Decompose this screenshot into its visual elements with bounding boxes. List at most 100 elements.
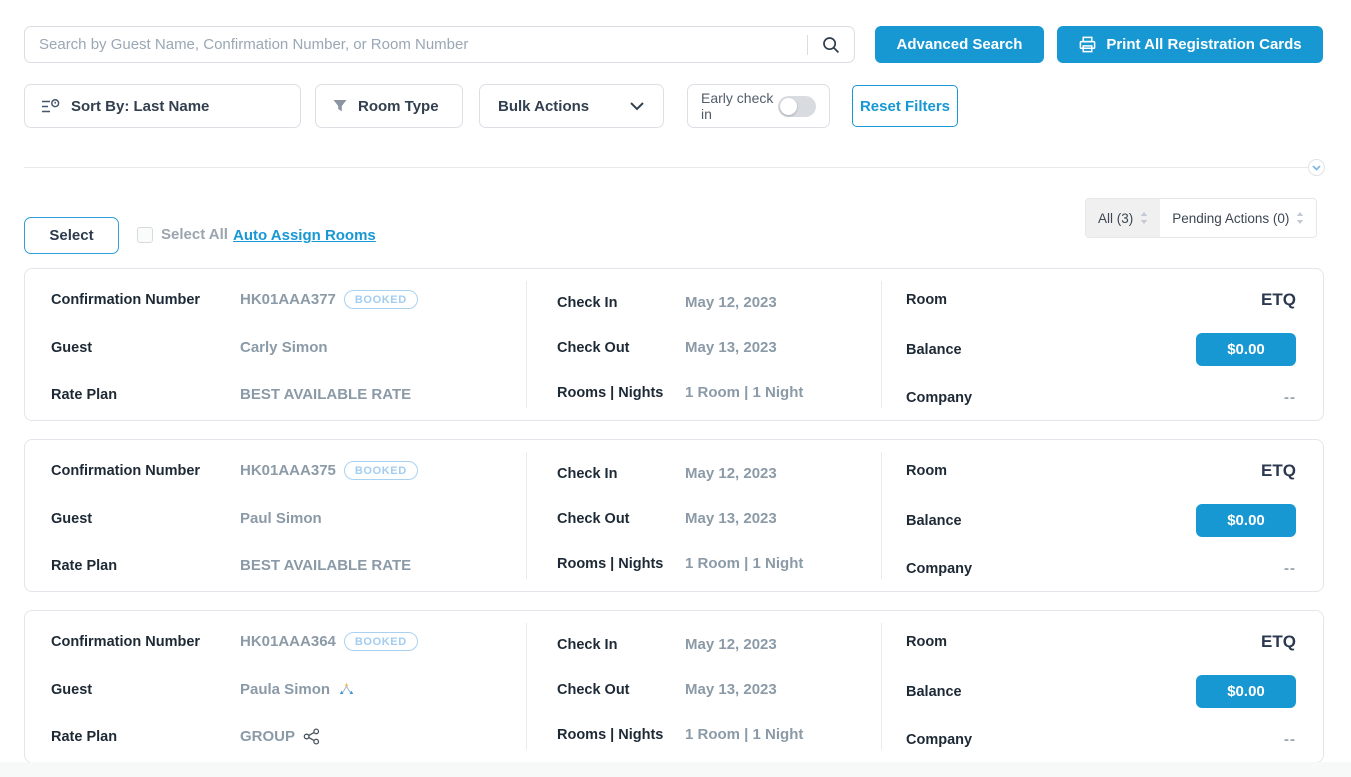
status-badge: BOOKED — [344, 632, 418, 651]
rate-plan-label: Rate Plan — [51, 729, 240, 745]
funnel-icon — [332, 98, 348, 114]
check-out-label: Check Out — [557, 682, 685, 698]
rooms-nights-value: 1 Room | 1 Night — [685, 384, 803, 401]
printer-icon — [1078, 35, 1097, 54]
check-out-value: May 13, 2023 — [685, 339, 777, 356]
early-check-in-toggle[interactable] — [778, 96, 816, 117]
card-divider — [881, 452, 882, 579]
check-in-label: Check In — [557, 637, 685, 653]
rooms-nights-label: Rooms | Nights — [557, 385, 685, 401]
advanced-search-button[interactable]: Advanced Search — [875, 26, 1044, 63]
balance-label: Balance — [906, 342, 962, 358]
group-guests-icon — [338, 682, 355, 697]
early-check-in-filter: Early check in — [687, 84, 830, 128]
company-label: Company — [906, 390, 972, 406]
tab-all-label: All (3) — [1098, 211, 1133, 226]
collapse-filters-button[interactable] — [1308, 159, 1325, 176]
sort-by-dropdown[interactable]: Sort By: Last Name — [24, 84, 301, 128]
confirmation-number-label: Confirmation Number — [51, 463, 240, 479]
room-type-label: Room Type — [358, 98, 439, 115]
auto-assign-rooms-link[interactable]: Auto Assign Rooms — [233, 227, 376, 244]
guest-label: Guest — [51, 511, 240, 527]
status-badge: BOOKED — [344, 290, 418, 309]
reservation-card[interactable]: Confirmation Number HK01AAA377 BOOKED Gu… — [24, 268, 1324, 421]
filters-divider — [24, 167, 1308, 168]
rooms-nights-label: Rooms | Nights — [557, 556, 685, 572]
company-label: Company — [906, 561, 972, 577]
confirmation-number-value[interactable]: HK01AAA375 — [240, 462, 336, 479]
balance-button[interactable]: $0.00 — [1196, 504, 1296, 537]
select-button[interactable]: Select — [24, 217, 119, 254]
check-out-label: Check Out — [557, 511, 685, 527]
check-out-value: May 13, 2023 — [685, 681, 777, 698]
guest-name-value: Carly Simon — [240, 339, 328, 356]
early-check-in-label: Early check in — [701, 90, 778, 122]
select-all-checkbox[interactable] — [137, 227, 153, 243]
card-divider — [881, 623, 882, 750]
confirmation-number-value[interactable]: HK01AAA377 — [240, 291, 336, 308]
search-icon — [821, 35, 841, 55]
room-value: ETQ — [1261, 461, 1296, 481]
check-in-value: May 12, 2023 — [685, 636, 777, 653]
guest-label: Guest — [51, 340, 240, 356]
balance-value: $0.00 — [1227, 512, 1265, 529]
result-tabs: All (3) Pending Actions (0) — [1085, 198, 1317, 238]
print-all-label: Print All Registration Cards — [1106, 36, 1301, 53]
print-all-registration-cards-button[interactable]: Print All Registration Cards — [1057, 26, 1323, 63]
rate-plan-label: Rate Plan — [51, 558, 240, 574]
reset-filters-label: Reset Filters — [860, 98, 950, 115]
room-value: ETQ — [1261, 632, 1296, 652]
search-button[interactable] — [808, 27, 854, 62]
rate-plan-label: Rate Plan — [51, 387, 240, 403]
reset-filters-button[interactable]: Reset Filters — [852, 85, 958, 127]
tab-pending-label: Pending Actions (0) — [1172, 211, 1289, 226]
card-divider — [526, 623, 527, 750]
guest-label: Guest — [51, 682, 240, 698]
select-all-control[interactable]: Select All — [137, 226, 228, 243]
rooms-nights-value: 1 Room | 1 Night — [685, 726, 803, 743]
balance-label: Balance — [906, 513, 962, 529]
confirmation-number-label: Confirmation Number — [51, 292, 240, 308]
rate-plan-value: BEST AVAILABLE RATE — [240, 557, 411, 574]
search-bar — [24, 26, 855, 63]
advanced-search-label: Advanced Search — [897, 36, 1023, 53]
balance-button[interactable]: $0.00 — [1196, 333, 1296, 366]
check-in-label: Check In — [557, 295, 685, 311]
room-label: Room — [906, 463, 947, 479]
bulk-actions-dropdown[interactable]: Bulk Actions — [479, 84, 664, 128]
rate-plan-value: GROUP — [240, 728, 295, 745]
card-divider — [526, 281, 527, 408]
room-label: Room — [906, 634, 947, 650]
tab-all[interactable]: All (3) — [1086, 199, 1160, 237]
reservation-card[interactable]: Confirmation Number HK01AAA364 BOOKED Gu… — [24, 610, 1324, 763]
balance-button[interactable]: $0.00 — [1196, 675, 1296, 708]
rooms-nights-value: 1 Room | 1 Night — [685, 555, 803, 572]
confirmation-number-label: Confirmation Number — [51, 634, 240, 650]
card-divider — [526, 452, 527, 579]
company-label: Company — [906, 732, 972, 748]
sort-by-label: Sort By: Last Name — [71, 98, 209, 115]
page-footer-strip — [0, 762, 1351, 777]
balance-value: $0.00 — [1227, 683, 1265, 700]
tab-pending-actions[interactable]: Pending Actions (0) — [1160, 199, 1316, 237]
company-value: -- — [1284, 731, 1296, 748]
search-input[interactable] — [25, 36, 807, 53]
card-divider — [881, 281, 882, 408]
balance-value: $0.00 — [1227, 341, 1265, 358]
check-in-label: Check In — [557, 466, 685, 482]
balance-label: Balance — [906, 684, 962, 700]
confirmation-number-value[interactable]: HK01AAA364 — [240, 633, 336, 650]
rate-plan-value: BEST AVAILABLE RATE — [240, 386, 411, 403]
select-label: Select — [49, 227, 93, 244]
select-all-label: Select All — [161, 226, 228, 243]
company-value: -- — [1284, 389, 1296, 406]
company-value: -- — [1284, 560, 1296, 577]
room-type-filter[interactable]: Room Type — [315, 84, 463, 128]
check-out-label: Check Out — [557, 340, 685, 356]
rooms-nights-label: Rooms | Nights — [557, 727, 685, 743]
reservation-card[interactable]: Confirmation Number HK01AAA375 BOOKED Gu… — [24, 439, 1324, 592]
reservation-list: Confirmation Number HK01AAA377 BOOKED Gu… — [24, 268, 1324, 763]
shared-rate-icon — [303, 728, 320, 745]
sort-icon — [41, 98, 60, 115]
room-label: Room — [906, 292, 947, 308]
